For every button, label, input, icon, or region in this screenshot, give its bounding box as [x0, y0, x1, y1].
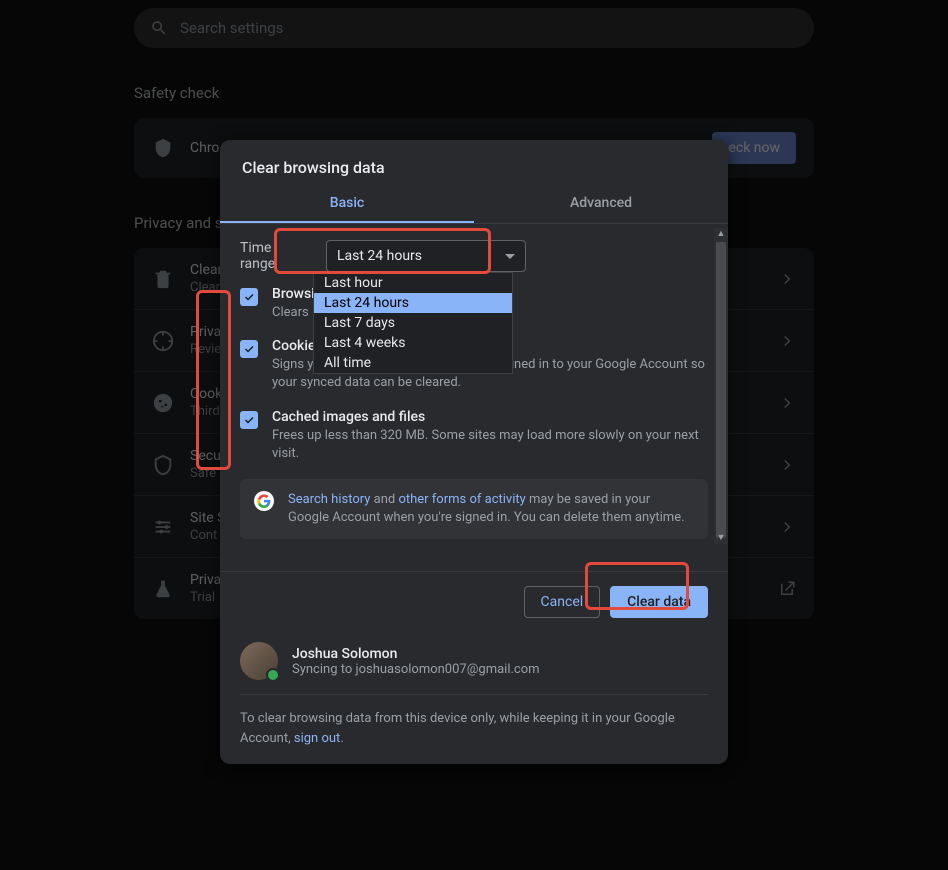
item-browsing-sub: Clears [272, 304, 315, 322]
cookies-checkbox[interactable] [240, 340, 258, 358]
tab-advanced[interactable]: Advanced [474, 185, 728, 223]
time-range-label: Time range [240, 240, 310, 272]
check-icon [243, 343, 255, 355]
modal-title: Clear browsing data [220, 140, 728, 185]
cancel-button[interactable]: Cancel [524, 586, 601, 618]
browsing-history-checkbox[interactable] [240, 288, 258, 306]
dropdown-option-last-24-hours[interactable]: Last 24 hours [314, 293, 512, 313]
clear-data-button[interactable]: Clear data [610, 586, 708, 618]
user-avatar [240, 642, 278, 680]
search-history-link[interactable]: Search history [288, 492, 370, 507]
signout-text: To clear browsing data from this device … [240, 709, 708, 748]
check-icon [243, 291, 255, 303]
scroll-thumb[interactable] [716, 242, 726, 538]
modal-tabs: Basic Advanced [220, 185, 728, 223]
scroll-down-icon[interactable]: ▼ [714, 532, 728, 544]
profile-sync: Syncing to joshuasolomon007@gmail.com [292, 662, 540, 677]
cache-checkbox[interactable] [240, 411, 258, 429]
google-info-box: Search history and other forms of activi… [240, 479, 708, 539]
modal-scrollbar[interactable]: ▲ ▼ [714, 228, 728, 544]
dropdown-option-last-hour[interactable]: Last hour [314, 273, 512, 293]
dropdown-option-last-4-weeks[interactable]: Last 4 weeks [314, 333, 512, 353]
profile-name: Joshua Solomon [292, 646, 540, 662]
time-range-dropdown[interactable]: Last hour Last 24 hours Last 7 days Last… [313, 272, 513, 374]
item-cache-title: Cached images and files [272, 409, 708, 425]
scroll-up-icon[interactable]: ▲ [714, 228, 728, 240]
other-activity-link[interactable]: other forms of activity [398, 492, 525, 507]
time-range-select[interactable]: Last 24 hours [326, 240, 526, 272]
dropdown-option-last-7-days[interactable]: Last 7 days [314, 313, 512, 333]
sync-badge-icon [266, 668, 280, 682]
item-cache-sub: Frees up less than 320 MB. Some sites ma… [272, 427, 708, 463]
clear-browsing-data-modal: Clear browsing data Basic Advanced Time … [220, 140, 728, 764]
modal-backdrop: Clear browsing data Basic Advanced Time … [0, 0, 948, 870]
sign-out-link[interactable]: sign out [294, 731, 340, 746]
google-icon [254, 491, 274, 511]
time-range-value: Last 24 hours [337, 248, 422, 264]
tab-basic[interactable]: Basic [220, 185, 474, 223]
item-browsing-title: Browsi [272, 286, 315, 302]
check-icon [243, 414, 255, 426]
chevron-down-icon [505, 254, 515, 259]
dropdown-option-all-time[interactable]: All time [314, 353, 512, 373]
